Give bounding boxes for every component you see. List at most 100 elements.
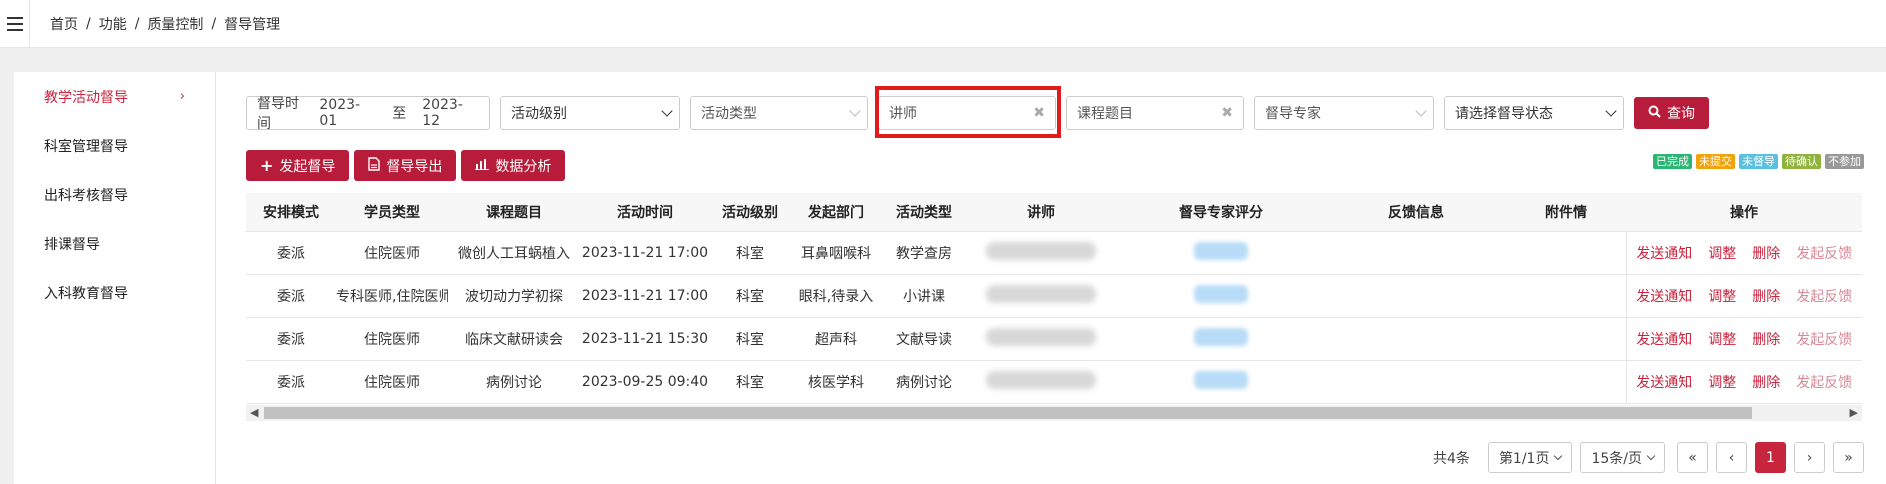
last-page-button[interactable]: » (1833, 442, 1864, 473)
redacted-expert-score[interactable] (1194, 284, 1248, 303)
current-page-button[interactable]: 1 (1755, 442, 1786, 473)
scrollbar-thumb[interactable] (264, 407, 1752, 419)
redacted-expert-score[interactable] (1194, 327, 1248, 346)
topic-input[interactable]: 课程题目 ✖ (1066, 96, 1244, 130)
bar-chart-icon (475, 158, 490, 174)
send-notice-link[interactable]: 发送通知 (1636, 332, 1692, 348)
expert-select[interactable]: 督导专家 (1254, 96, 1434, 130)
start-feedback-link[interactable]: 发起反馈 (1796, 375, 1852, 391)
legend-pending: 待确认 (1782, 154, 1821, 169)
chevron-down-icon (661, 105, 673, 117)
send-notice-link[interactable]: 发送通知 (1636, 289, 1692, 305)
delete-link[interactable]: 删除 (1752, 246, 1780, 262)
cell-time: 2023-11-21 17:00 (580, 231, 710, 275)
col-header: 活动时间 (580, 193, 710, 232)
delete-link[interactable]: 删除 (1752, 332, 1780, 348)
start-feedback-link[interactable]: 发起反馈 (1796, 289, 1852, 305)
cell-type: 小讲课 (882, 274, 966, 318)
cell-time: 2023-11-21 17:00 (580, 274, 710, 318)
date-start[interactable]: 2023-01 (319, 97, 376, 129)
sidebar-item-teaching-activity[interactable]: 教学活动督导 › (14, 72, 215, 121)
sidebar: 教学活动督导 › 科室管理督导 出科考核督导 排课督导 入科教育督导 (14, 72, 216, 484)
date-range-field[interactable]: 督导时间 2023-01 至 2023-12 (246, 96, 490, 132)
chevron-right-icon: › (179, 89, 185, 104)
page-select[interactable]: 第1/1页 (1487, 442, 1573, 473)
cell-feedback (1326, 360, 1506, 404)
cell-level: 科室 (710, 274, 790, 318)
adjust-link[interactable]: 调整 (1708, 289, 1736, 305)
cell-expert-score (1116, 231, 1326, 275)
cell-attachment (1506, 360, 1626, 404)
sidebar-item-orientation[interactable]: 入科教育督导 (14, 268, 215, 317)
send-notice-link[interactable]: 发送通知 (1636, 246, 1692, 262)
expert-value: 督导专家 (1265, 106, 1321, 122)
table-row: 委派 住院医师 微创人工耳蜗植入 2023-11-21 17:00 科室 耳鼻咽喉科 教学查… (246, 231, 1862, 275)
send-notice-link[interactable]: 发送通知 (1636, 375, 1692, 391)
export-button[interactable]: 督导导出 (354, 150, 457, 181)
topic-placeholder: 课程题目 (1077, 106, 1133, 122)
start-supervision-button[interactable]: + 发起督导 (246, 150, 350, 181)
activity-type-value: 活动类型 (701, 106, 757, 122)
redacted-expert-score[interactable] (1194, 241, 1248, 260)
scroll-left-icon[interactable]: ◀ (250, 406, 258, 419)
clear-icon[interactable]: ✖ (1221, 105, 1233, 121)
start-feedback-link[interactable]: 发起反馈 (1796, 246, 1852, 262)
cell-attachment (1506, 231, 1626, 275)
cell-student: 住院医师 (336, 317, 448, 361)
highlight-box (875, 86, 1061, 138)
sidebar-item-exit-exam[interactable]: 出科考核督导 (14, 170, 215, 219)
query-button[interactable]: 查询 (1634, 97, 1709, 129)
horizontal-scrollbar[interactable]: ◀ ▶ (246, 405, 1862, 421)
table-row: 委派 住院医师 临床文献研读会 2023-11-21 15:30 科室 超声科 文献导读 发送… (246, 317, 1862, 361)
cell-mode: 委派 (246, 231, 336, 275)
cell-student: 住院医师 (336, 360, 448, 404)
sidebar-item-label: 教学活动督导 (44, 89, 128, 106)
date-end[interactable]: 2023-12 (422, 97, 479, 129)
adjust-link[interactable]: 调整 (1708, 332, 1736, 348)
adjust-link[interactable]: 调整 (1708, 246, 1736, 262)
next-page-button[interactable]: › (1794, 442, 1825, 473)
adjust-link[interactable]: 调整 (1708, 375, 1736, 391)
col-header: 活动级别 (710, 193, 790, 232)
page-size-select[interactable]: 15条/页 (1580, 442, 1665, 473)
cell-expert-score (1116, 317, 1326, 361)
action-toolbar: + 发起督导 督导导出 数据分析 (246, 150, 570, 181)
status-select[interactable]: 请选择督导状态 (1444, 96, 1624, 130)
cell-topic: 微创人工耳蜗植入 (448, 231, 580, 275)
cell-mode: 委派 (246, 360, 336, 404)
cell-mode: 委派 (246, 317, 336, 361)
cell-student: 住院医师 (336, 231, 448, 275)
content-separator (0, 48, 1886, 72)
redacted-expert-score[interactable] (1194, 370, 1248, 389)
chevron-down-icon (1646, 451, 1656, 461)
breadcrumb-supervision: 督导管理 (224, 16, 281, 33)
start-feedback-link[interactable]: 发起反馈 (1796, 332, 1852, 348)
data-analysis-button[interactable]: 数据分析 (461, 150, 566, 181)
scroll-right-icon[interactable]: ▶ (1850, 406, 1858, 419)
breadcrumb-home[interactable]: 首页 (50, 14, 78, 34)
redacted-teacher (986, 241, 1096, 260)
first-page-button[interactable]: « (1677, 442, 1708, 473)
left-gutter (0, 72, 14, 484)
delete-link[interactable]: 删除 (1752, 289, 1780, 305)
data-analysis-label: 数据分析 (495, 158, 552, 175)
query-label: 查询 (1667, 106, 1695, 122)
cell-teacher (966, 274, 1116, 318)
sidebar-item-schedule[interactable]: 排课督导 (14, 219, 215, 268)
export-label: 督导导出 (386, 158, 443, 175)
activity-type-select[interactable]: 活动类型 (690, 96, 868, 130)
prev-page-button[interactable]: ‹ (1716, 442, 1747, 473)
breadcrumb-quality-control[interactable]: 质量控制 (147, 14, 203, 34)
file-export-icon (368, 156, 381, 175)
cell-mode: 委派 (246, 274, 336, 318)
activity-level-select[interactable]: 活动级别 (500, 96, 680, 130)
date-separator: 至 (392, 106, 407, 122)
cell-operations: 发送通知 调整 删除 发起反馈 (1625, 360, 1862, 404)
sidebar-item-dept-management[interactable]: 科室管理督导 (14, 121, 215, 170)
delete-link[interactable]: 删除 (1752, 375, 1780, 391)
breadcrumb-function[interactable]: 功能 (99, 14, 127, 34)
cell-feedback (1326, 274, 1506, 318)
cell-topic: 临床文献研读会 (448, 317, 580, 361)
menu-toggle-icon[interactable] (0, 0, 30, 48)
page-size-value: 15条/页 (1591, 450, 1642, 467)
